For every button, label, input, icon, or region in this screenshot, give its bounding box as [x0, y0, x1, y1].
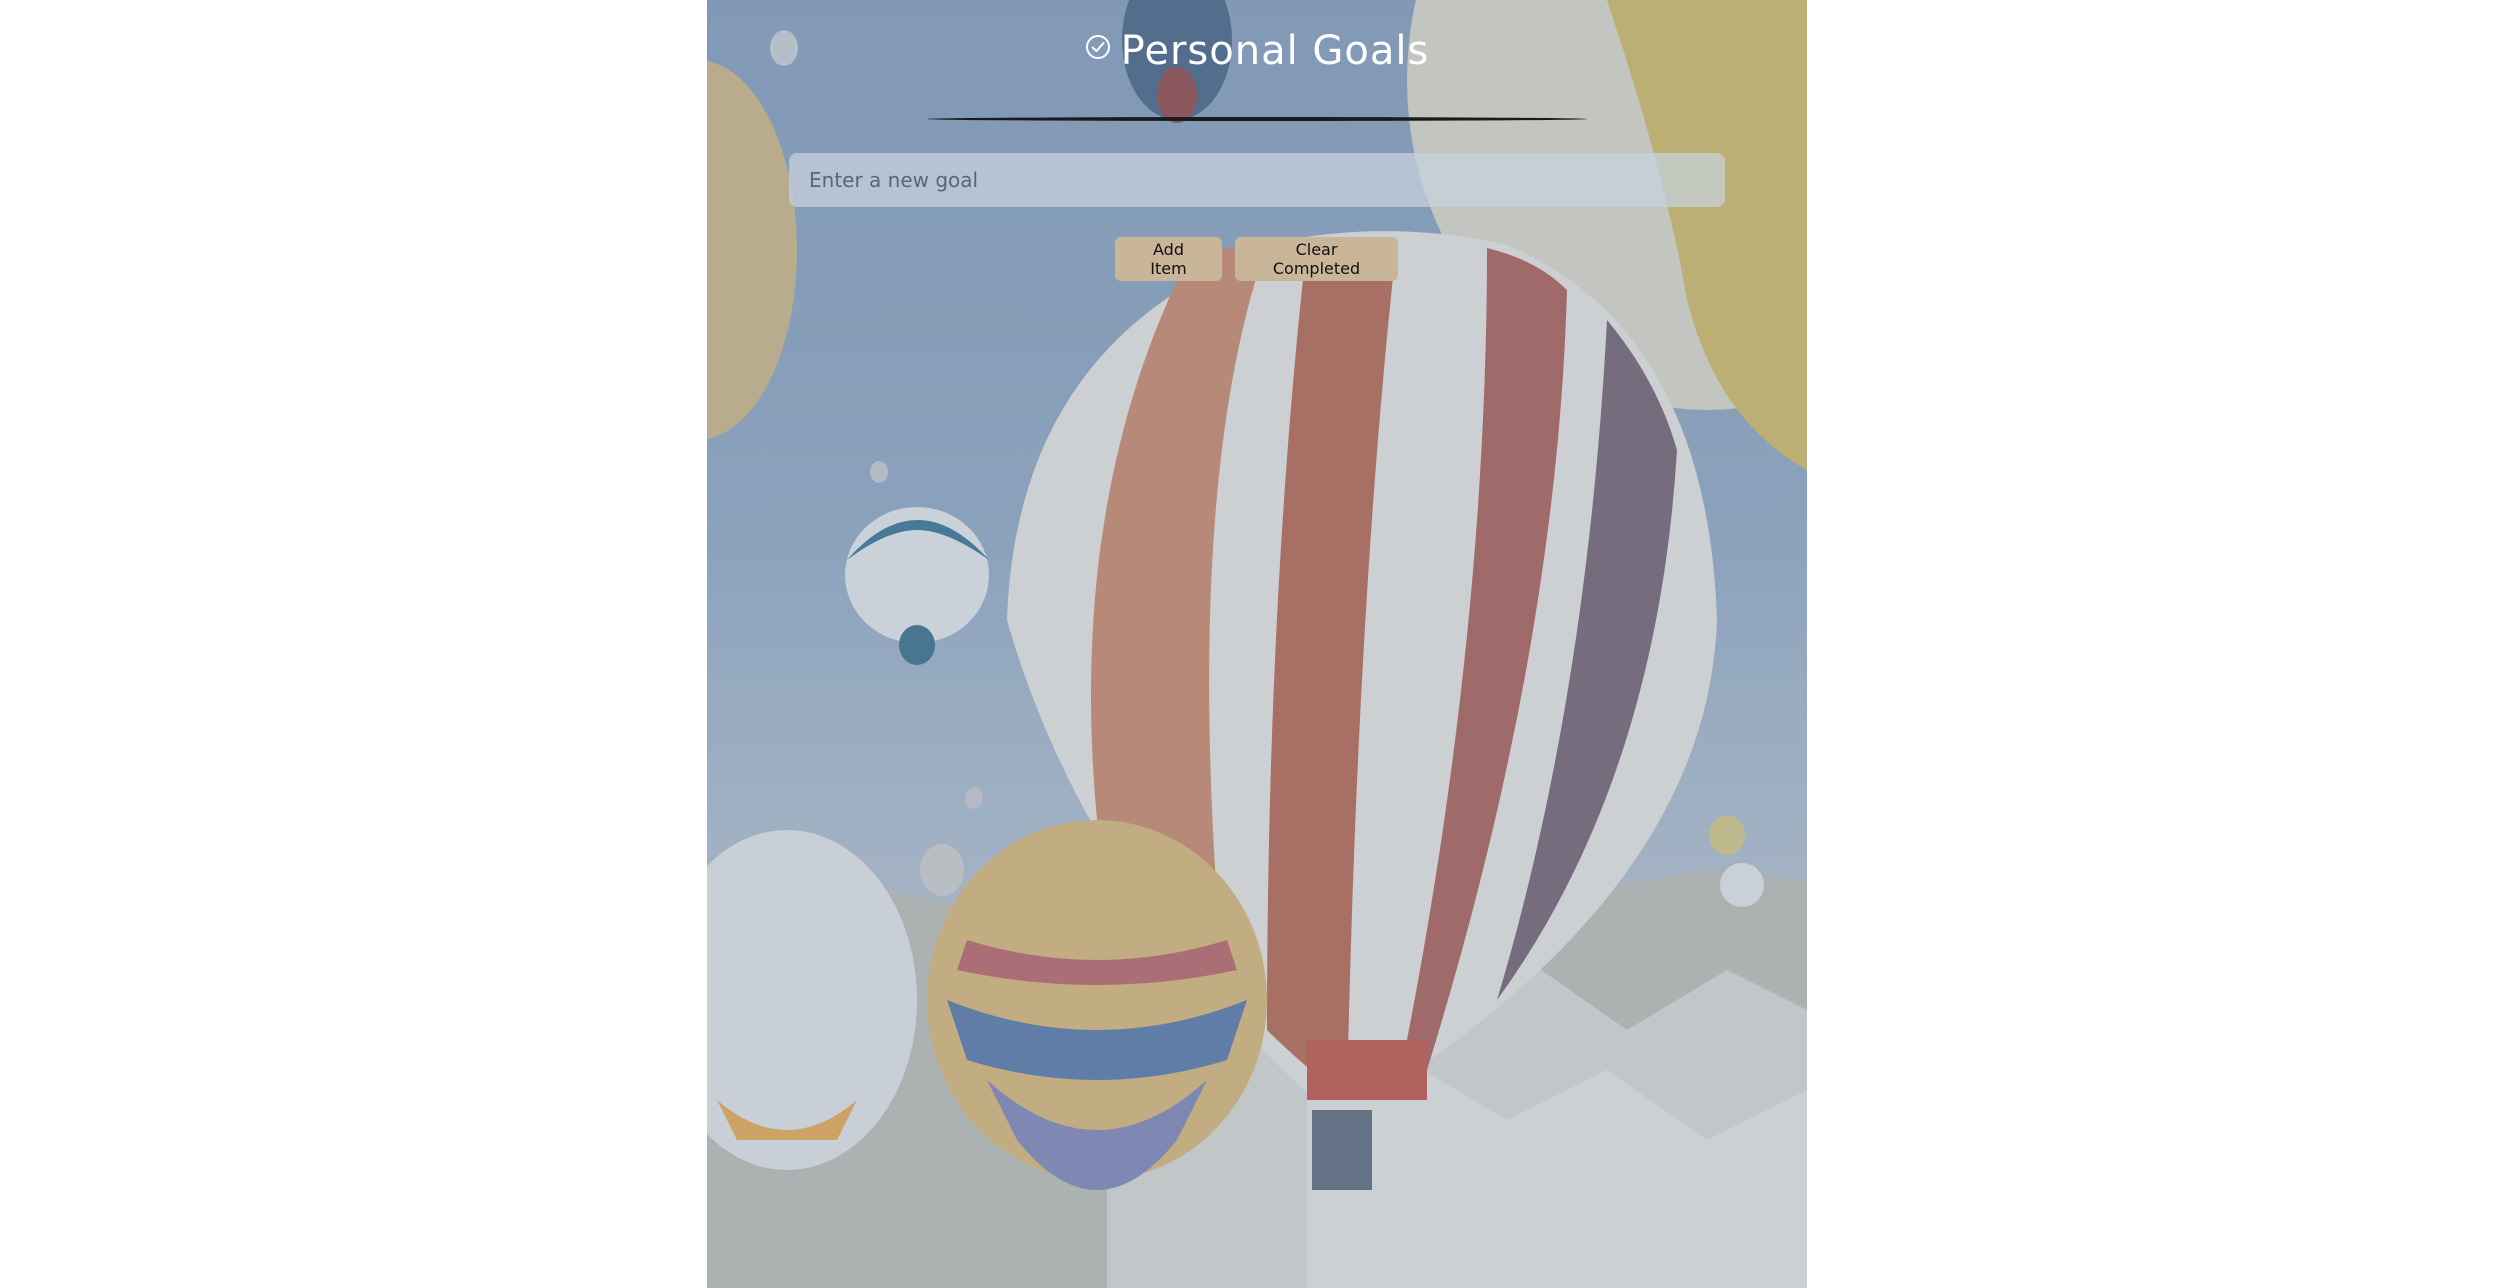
- check-circle-icon: [1085, 35, 1110, 59]
- add-item-button[interactable]: Add Item: [1115, 237, 1222, 281]
- clear-completed-button[interactable]: Clear Completed: [1235, 237, 1398, 281]
- page-title: Personal Goals: [1120, 28, 1430, 74]
- page-header: Personal Goals: [707, 28, 1807, 74]
- new-goal-input[interactable]: [789, 153, 1725, 207]
- app-container: Personal Goals Add Item Clear Completed: [707, 0, 1807, 1288]
- header-divider: [927, 117, 1587, 121]
